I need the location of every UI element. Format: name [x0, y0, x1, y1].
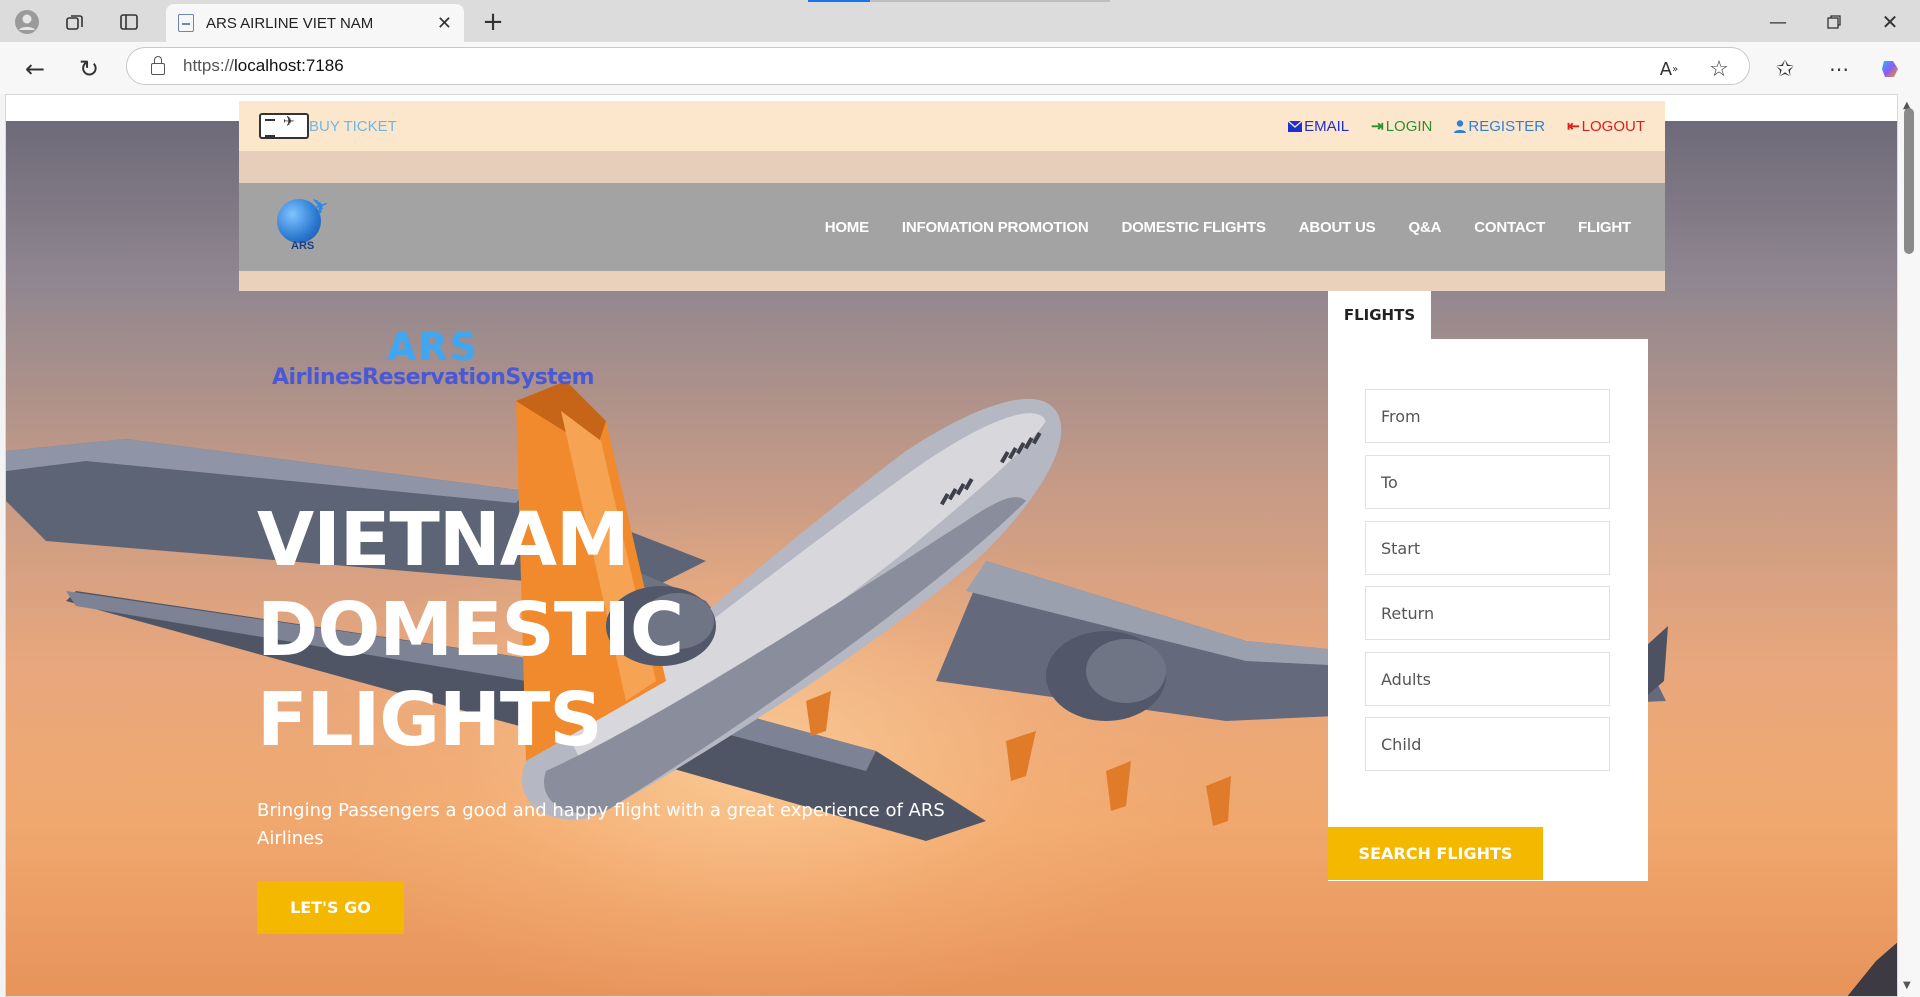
- flight-search-panel: SEARCH FLIGHTS: [1328, 339, 1648, 881]
- to-field[interactable]: [1365, 455, 1610, 509]
- sign-in-icon: ⇥: [1371, 118, 1384, 135]
- start-date-field[interactable]: [1365, 521, 1610, 575]
- read-aloud-icon[interactable]: A»: [1654, 54, 1684, 84]
- page-favicon-icon: [178, 14, 194, 32]
- scroll-down-icon[interactable]: ▼: [1903, 980, 1911, 991]
- nav-domestic-flights[interactable]: DOMESTIC FLIGHTS: [1121, 219, 1265, 236]
- brand-block: ARS AirlinesReservationSystem: [268, 325, 598, 390]
- buy-ticket-link[interactable]: BUY TICKET: [309, 118, 397, 135]
- nav-information-promotion[interactable]: INFOMATION PROMOTION: [902, 219, 1089, 236]
- new-tab-icon[interactable]: +: [478, 7, 508, 37]
- scrollbar-thumb[interactable]: [1904, 108, 1914, 254]
- logout-link[interactable]: ⇤ LOGOUT: [1567, 117, 1645, 136]
- url-scheme: https://: [183, 56, 235, 75]
- browser-tab-active[interactable]: ARS AIRLINE VIET NAM ✕: [166, 4, 464, 42]
- register-link[interactable]: REGISTER: [1454, 117, 1545, 135]
- refresh-icon[interactable]: ↻: [74, 54, 104, 84]
- tab-flights[interactable]: FLIGHTS: [1328, 291, 1431, 339]
- adults-field[interactable]: [1365, 652, 1610, 706]
- tab-actions-icon[interactable]: [116, 9, 142, 35]
- more-icon[interactable]: ⋯: [1824, 54, 1854, 84]
- browser-toolbar: ← ↻ https://localhost:7186 A» ☆ ✩ ⋯: [0, 42, 1920, 94]
- close-window-icon[interactable]: ✕: [1876, 8, 1904, 36]
- headline-line-1: VIETNAM: [257, 497, 630, 583]
- page-viewport: BUY TICKET EMAIL ⇥ LOGIN REGISTER ⇤ LOGO…: [5, 94, 1898, 997]
- brand-full: AirlinesReservationSystem: [271, 365, 595, 390]
- login-link[interactable]: ⇥ LOGIN: [1371, 117, 1433, 136]
- nav-contact[interactable]: CONTACT: [1474, 219, 1545, 236]
- profile-icon[interactable]: [12, 7, 42, 37]
- headline-line-3: FLIGHTS: [257, 677, 603, 763]
- email-link[interactable]: EMAIL: [1288, 117, 1349, 135]
- url-host: localhost:7186: [234, 56, 344, 75]
- ticket-icon[interactable]: [259, 113, 309, 139]
- url-text: https://localhost:7186: [183, 56, 344, 76]
- favorites-icon[interactable]: ✩: [1770, 54, 1800, 84]
- child-field[interactable]: [1365, 717, 1610, 771]
- close-tab-icon[interactable]: ✕: [437, 13, 452, 34]
- loading-indicator: [808, 0, 870, 2]
- account-links: EMAIL ⇥ LOGIN REGISTER ⇤ LOGOUT: [1288, 117, 1645, 135]
- back-icon[interactable]: ←: [20, 54, 50, 84]
- nav-home[interactable]: HOME: [825, 219, 869, 236]
- hero-subtitle: Bringing Passengers a good and happy fli…: [257, 800, 945, 849]
- tab-title: ARS AIRLINE VIET NAM: [206, 14, 374, 32]
- sign-out-icon: ⇤: [1567, 118, 1580, 135]
- register-label: REGISTER: [1468, 117, 1546, 135]
- from-field[interactable]: [1365, 389, 1610, 443]
- headline-line-2: DOMESTIC: [257, 587, 684, 673]
- loading-track: [870, 0, 1110, 2]
- email-label: EMAIL: [1304, 117, 1350, 135]
- favorite-star-icon[interactable]: ☆: [1704, 54, 1734, 84]
- restore-icon[interactable]: [1820, 8, 1848, 36]
- workspaces-icon[interactable]: [62, 9, 88, 35]
- browser-tab-bar: ARS AIRLINE VIET NAM ✕ + — ✕: [0, 0, 1920, 42]
- lets-go-button[interactable]: LET'S GO: [257, 881, 404, 934]
- user-icon: [1454, 119, 1467, 133]
- top-utility-bar: BUY TICKET EMAIL ⇥ LOGIN REGISTER ⇤ LOGO…: [239, 101, 1665, 151]
- hero-headline: VIETNAM DOMESTIC FLIGHTS: [257, 495, 684, 765]
- page-scrollbar[interactable]: ▲ ▼: [1898, 94, 1920, 997]
- main-menu: HOME INFOMATION PROMOTION DOMESTIC FLIGH…: [825, 219, 1631, 236]
- lock-icon[interactable]: [151, 55, 165, 75]
- search-flights-button[interactable]: SEARCH FLIGHTS: [1328, 827, 1543, 880]
- nav-qa[interactable]: Q&A: [1408, 219, 1441, 236]
- brand-short: ARS: [386, 325, 480, 369]
- minimize-icon[interactable]: —: [1764, 8, 1792, 36]
- nav-flight[interactable]: FLIGHT: [1578, 219, 1631, 236]
- copilot-icon[interactable]: [1876, 54, 1906, 84]
- login-label: LOGIN: [1385, 117, 1433, 135]
- logo-text: ARS: [291, 240, 315, 252]
- site-logo[interactable]: ✈ ARS: [273, 190, 337, 259]
- nav-about-us[interactable]: ABOUT US: [1299, 219, 1376, 236]
- return-date-field[interactable]: [1365, 586, 1610, 640]
- address-bar[interactable]: https://localhost:7186: [126, 47, 1750, 85]
- logout-label: LOGOUT: [1581, 117, 1645, 135]
- envelope-icon: [1288, 120, 1303, 132]
- main-navbar: ✈ ARS HOME INFOMATION PROMOTION DOMESTIC…: [239, 183, 1665, 271]
